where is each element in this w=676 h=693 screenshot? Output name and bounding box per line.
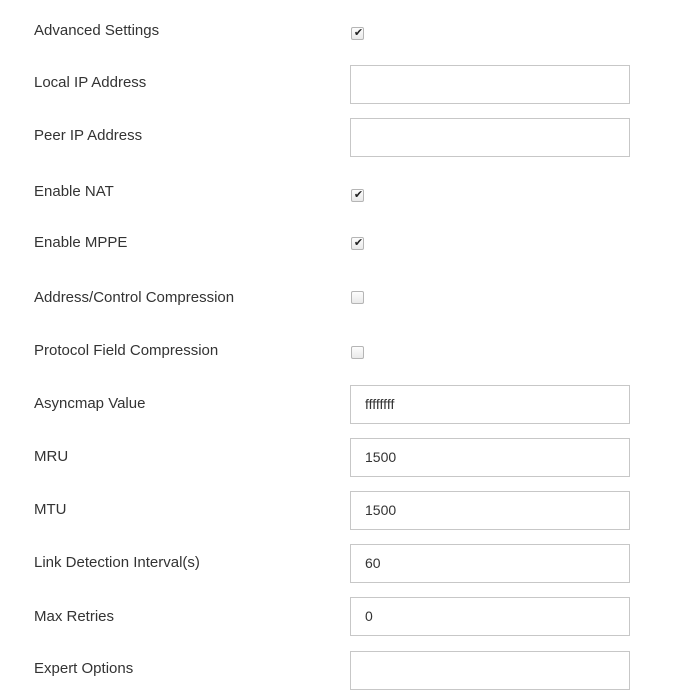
max-retries-input[interactable]: 0 [350, 597, 630, 636]
link-detection-interval-input[interactable]: 60 [350, 544, 630, 583]
check-mark-icon: ✔ [353, 237, 364, 249]
enable-mppe-label: Enable MPPE [34, 234, 128, 251]
address-control-compression-label: Address/Control Compression [34, 289, 235, 306]
advanced-settings-label: Advanced Settings [34, 22, 160, 39]
mtu-label: MTU [34, 501, 67, 518]
asyncmap-value-label: Asyncmap Value [34, 395, 146, 412]
check-mark-icon: ✔ [353, 27, 364, 39]
mru-label: MRU [34, 448, 69, 465]
enable-nat-label: Enable NAT [34, 183, 114, 200]
enable-nat-checkbox[interactable]: ✔ [351, 189, 364, 202]
peer-ip-address-label: Peer IP Address [34, 127, 143, 144]
protocol-field-compression-checkbox[interactable]: ✔ [351, 346, 364, 359]
protocol-field-compression-label: Protocol Field Compression [34, 342, 219, 359]
expert-options-input[interactable] [350, 651, 630, 690]
asyncmap-value-input[interactable]: ffffffff [350, 385, 630, 424]
local-ip-address-input[interactable] [350, 65, 630, 104]
link-detection-interval-label: Link Detection Interval(s) [34, 554, 200, 571]
ppp-settings-form: Advanced Settings ✔ Local IP Address Pee… [0, 0, 676, 693]
mtu-input[interactable]: 1500 [350, 491, 630, 530]
max-retries-label: Max Retries [34, 608, 115, 625]
address-control-compression-checkbox[interactable]: ✔ [351, 291, 364, 304]
enable-mppe-checkbox[interactable]: ✔ [351, 237, 364, 250]
advanced-settings-checkbox[interactable]: ✔ [351, 27, 364, 40]
expert-options-label: Expert Options [34, 660, 134, 677]
mru-input[interactable]: 1500 [350, 438, 630, 477]
peer-ip-address-input[interactable] [350, 118, 630, 157]
check-mark-icon: ✔ [353, 189, 364, 201]
local-ip-address-label: Local IP Address [34, 74, 147, 91]
